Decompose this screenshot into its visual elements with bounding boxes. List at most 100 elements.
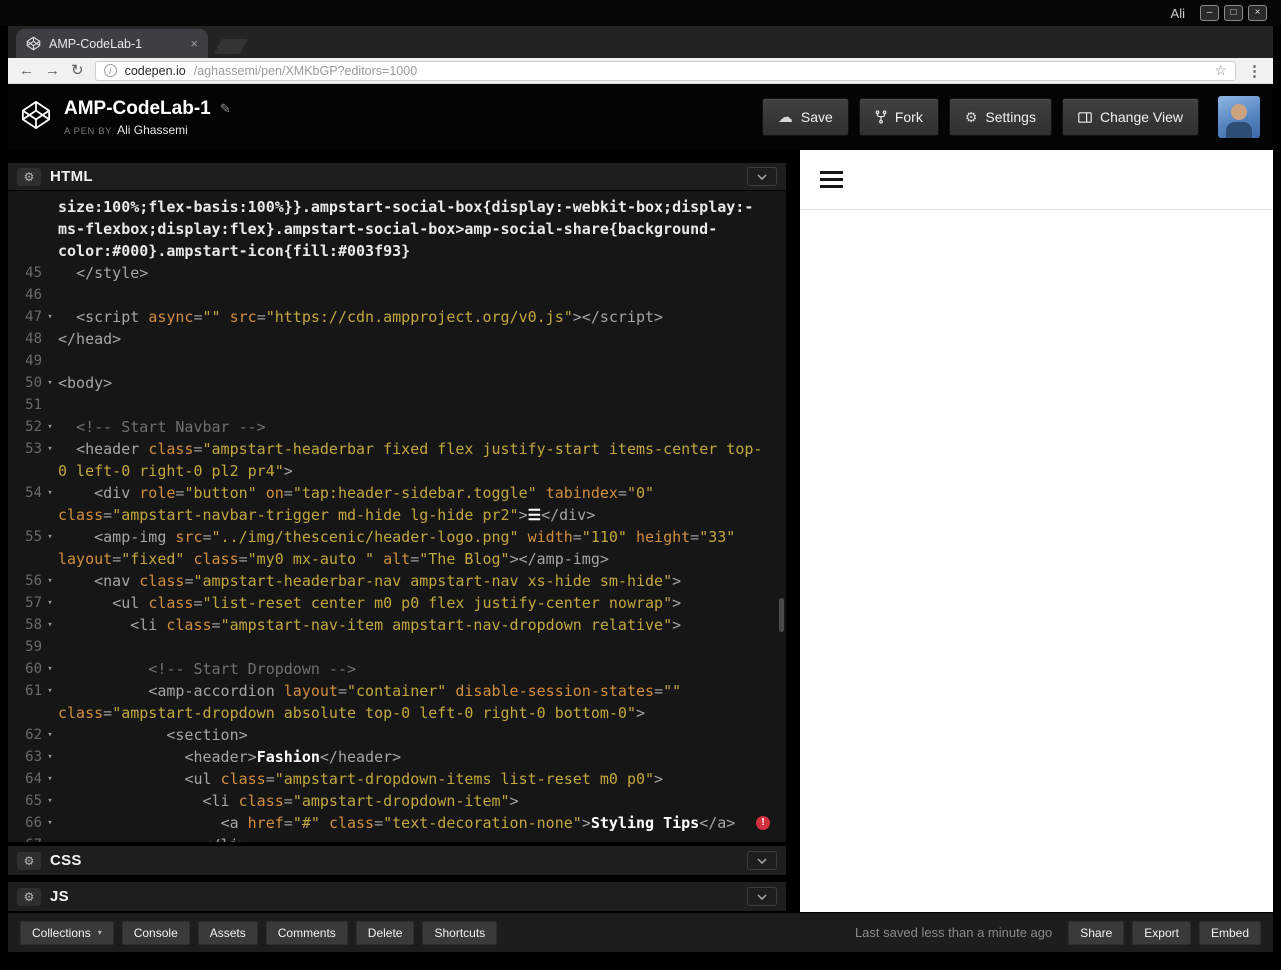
console-button[interactable]: Console <box>121 920 190 945</box>
code-line[interactable]: 56 ▾ <nav class="ampstart-headerbar-nav a… <box>8 570 786 592</box>
js-collapse-button[interactable] <box>747 887 777 906</box>
address-bar[interactable]: i codepen.io/aghassemi/pen/XMKbGP?editor… <box>94 60 1236 81</box>
code-line[interactable]: 46 <box>8 284 786 306</box>
code-line[interactable]: 67 </li> <box>8 834 786 842</box>
window-maximize-button[interactable]: □ <box>1224 5 1243 21</box>
html-panel-title: HTML <box>50 168 93 185</box>
window-minimize-button[interactable]: – <box>1200 5 1219 21</box>
code-line[interactable]: 62 ▾ <section> <box>8 724 786 746</box>
code-line[interactable]: 57 ▾ <ul class="list-reset center m0 p0 f… <box>8 592 786 614</box>
code-line[interactable]: 58 ▾ <li class="ampstart-nav-item ampstar… <box>8 614 786 636</box>
export-button[interactable]: Export <box>1132 920 1191 945</box>
code-line[interactable]: 48 </head> <box>8 328 786 350</box>
code-line[interactable]: 55 ▾ <amp-img src="../img/thescenic/heade… <box>8 526 786 570</box>
footer-right-actions: Share Export Embed <box>1068 920 1261 945</box>
js-panel-header[interactable]: ⚙ JS <box>8 882 786 912</box>
code-line[interactable]: 45 </style> <box>8 262 786 284</box>
html-collapse-button[interactable] <box>747 167 777 186</box>
code-line[interactable]: size:100%;flex-basis:100%}}.ampstart-soc… <box>8 196 786 262</box>
panel-splitter[interactable] <box>786 150 800 912</box>
js-settings-gear-icon[interactable]: ⚙ <box>17 887 41 906</box>
fold-toggle-icon[interactable]: ▾ <box>42 416 58 438</box>
code-line[interactable]: 52 ▾ <!-- Start Navbar --> <box>8 416 786 438</box>
css-collapse-button[interactable] <box>747 851 777 870</box>
assets-button[interactable]: Assets <box>197 920 258 945</box>
fold-toggle-icon[interactable]: ▾ <box>42 790 58 812</box>
lint-error-icon[interactable]: ! <box>756 816 770 830</box>
new-tab-button[interactable] <box>214 39 248 54</box>
fold-toggle-icon[interactable]: ▾ <box>42 482 58 526</box>
fold-toggle-icon[interactable]: ▾ <box>42 438 58 482</box>
code-text: <div role="button" on="tap:header-sideba… <box>58 484 655 524</box>
code-lines: size:100%;flex-basis:100%}}.ampstart-soc… <box>8 196 786 842</box>
code-line[interactable]: 53 ▾ <header class="ampstart-headerbar fi… <box>8 438 786 482</box>
code-line[interactable]: 49 <box>8 350 786 372</box>
collections-button[interactable]: Collections ▾ <box>20 920 114 945</box>
button-label: Save <box>800 109 833 125</box>
fold-toggle-icon[interactable]: ▾ <box>42 306 58 328</box>
comments-button[interactable]: Comments <box>265 920 348 945</box>
code-line[interactable]: 51 <box>8 394 786 416</box>
fork-button[interactable]: Fork <box>858 98 939 136</box>
forward-button[interactable]: → <box>45 63 60 78</box>
window-close-button[interactable]: × <box>1248 5 1267 21</box>
button-label: Comments <box>277 925 336 940</box>
code-line[interactable]: 65 ▾ <li class="ampstart-dropdown-item"> <box>8 790 786 812</box>
html-code-editor[interactable]: size:100%;flex-basis:100%}}.ampstart-soc… <box>8 191 786 842</box>
line-number: 45 <box>25 265 42 281</box>
button-label: Settings <box>985 109 1036 125</box>
fold-toggle-icon[interactable]: ▾ <box>42 570 58 592</box>
html-panel-header[interactable]: ⚙ HTML <box>8 163 786 191</box>
code-line[interactable]: 66 ▾ <a href="#" class="text-decoration-n… <box>8 812 786 834</box>
window-title: Ali <box>1170 5 1185 21</box>
code-text: <header>Fashion</header> <box>58 748 402 766</box>
code-line[interactable]: 60 ▾ <!-- Start Dropdown --> <box>8 658 786 680</box>
delete-button[interactable]: Delete <box>355 920 415 945</box>
code-line[interactable]: 64 ▾ <ul class="ampstart-dropdown-items l… <box>8 768 786 790</box>
edit-title-icon[interactable]: ✎ <box>220 101 231 117</box>
line-number: 51 <box>25 397 42 413</box>
fold-toggle-icon[interactable]: ▾ <box>42 812 58 834</box>
save-button[interactable]: ☁ Save <box>761 98 849 136</box>
browser-tab[interactable]: AMP-CodeLab-1 × <box>16 29 208 58</box>
css-settings-gear-icon[interactable]: ⚙ <box>17 851 41 870</box>
fold-toggle-icon[interactable]: ▾ <box>42 746 58 768</box>
codepen-logo-icon[interactable] <box>21 100 51 135</box>
fold-toggle-icon[interactable]: ▾ <box>42 526 58 570</box>
fold-toggle-icon[interactable]: ▾ <box>42 768 58 790</box>
embed-button[interactable]: Embed <box>1198 920 1261 945</box>
share-button[interactable]: Share <box>1068 920 1125 945</box>
change-view-button[interactable]: Change View <box>1061 98 1199 136</box>
page-info-icon[interactable]: i <box>103 64 117 77</box>
css-panel-header[interactable]: ⚙ CSS <box>8 846 786 876</box>
fold-toggle-icon[interactable]: ▾ <box>42 592 58 614</box>
hamburger-menu-icon[interactable] <box>820 171 843 188</box>
fold-toggle-icon[interactable]: ▾ <box>42 724 58 746</box>
code-line[interactable]: 63 ▾ <header>Fashion</header> <box>8 746 786 768</box>
back-button[interactable]: ← <box>19 63 34 78</box>
fold-toggle-icon[interactable]: ▾ <box>42 614 58 636</box>
editor-scrollbar[interactable] <box>779 598 784 632</box>
reload-button[interactable]: ↻ <box>71 63 84 78</box>
author-link[interactable]: Ali Ghassemi <box>117 123 188 137</box>
code-line[interactable]: 47 ▾ <script async="" src="https://cdn.am… <box>8 306 786 328</box>
bookmark-star-icon[interactable]: ☆ <box>1214 62 1227 79</box>
user-avatar[interactable] <box>1218 96 1260 138</box>
code-line[interactable]: 50 ▾ <body> <box>8 372 786 394</box>
tab-close-icon[interactable]: × <box>190 36 198 51</box>
shortcuts-button[interactable]: Shortcuts <box>422 920 498 945</box>
code-line[interactable]: 61 ▾ <amp-accordion layout="container" di… <box>8 680 786 724</box>
code-line[interactable]: 54 ▾ <div role="button" on="tap:header-si… <box>8 482 786 526</box>
browser-menu-icon[interactable]: ⋮ <box>1247 62 1262 80</box>
browser-tab-strip: AMP-CodeLab-1 × <box>8 26 1273 58</box>
code-line[interactable]: 59 <box>8 636 786 658</box>
fold-toggle-icon[interactable]: ▾ <box>42 658 58 680</box>
fold-toggle-icon[interactable]: ▾ <box>42 680 58 724</box>
preview-page-header <box>800 150 1273 210</box>
cloud-icon: ☁ <box>777 108 793 126</box>
fold-toggle-icon[interactable]: ▾ <box>42 372 58 394</box>
line-number: 50 <box>25 375 42 391</box>
html-settings-gear-icon[interactable]: ⚙ <box>17 167 41 186</box>
settings-button[interactable]: ⚙ Settings <box>948 98 1052 136</box>
